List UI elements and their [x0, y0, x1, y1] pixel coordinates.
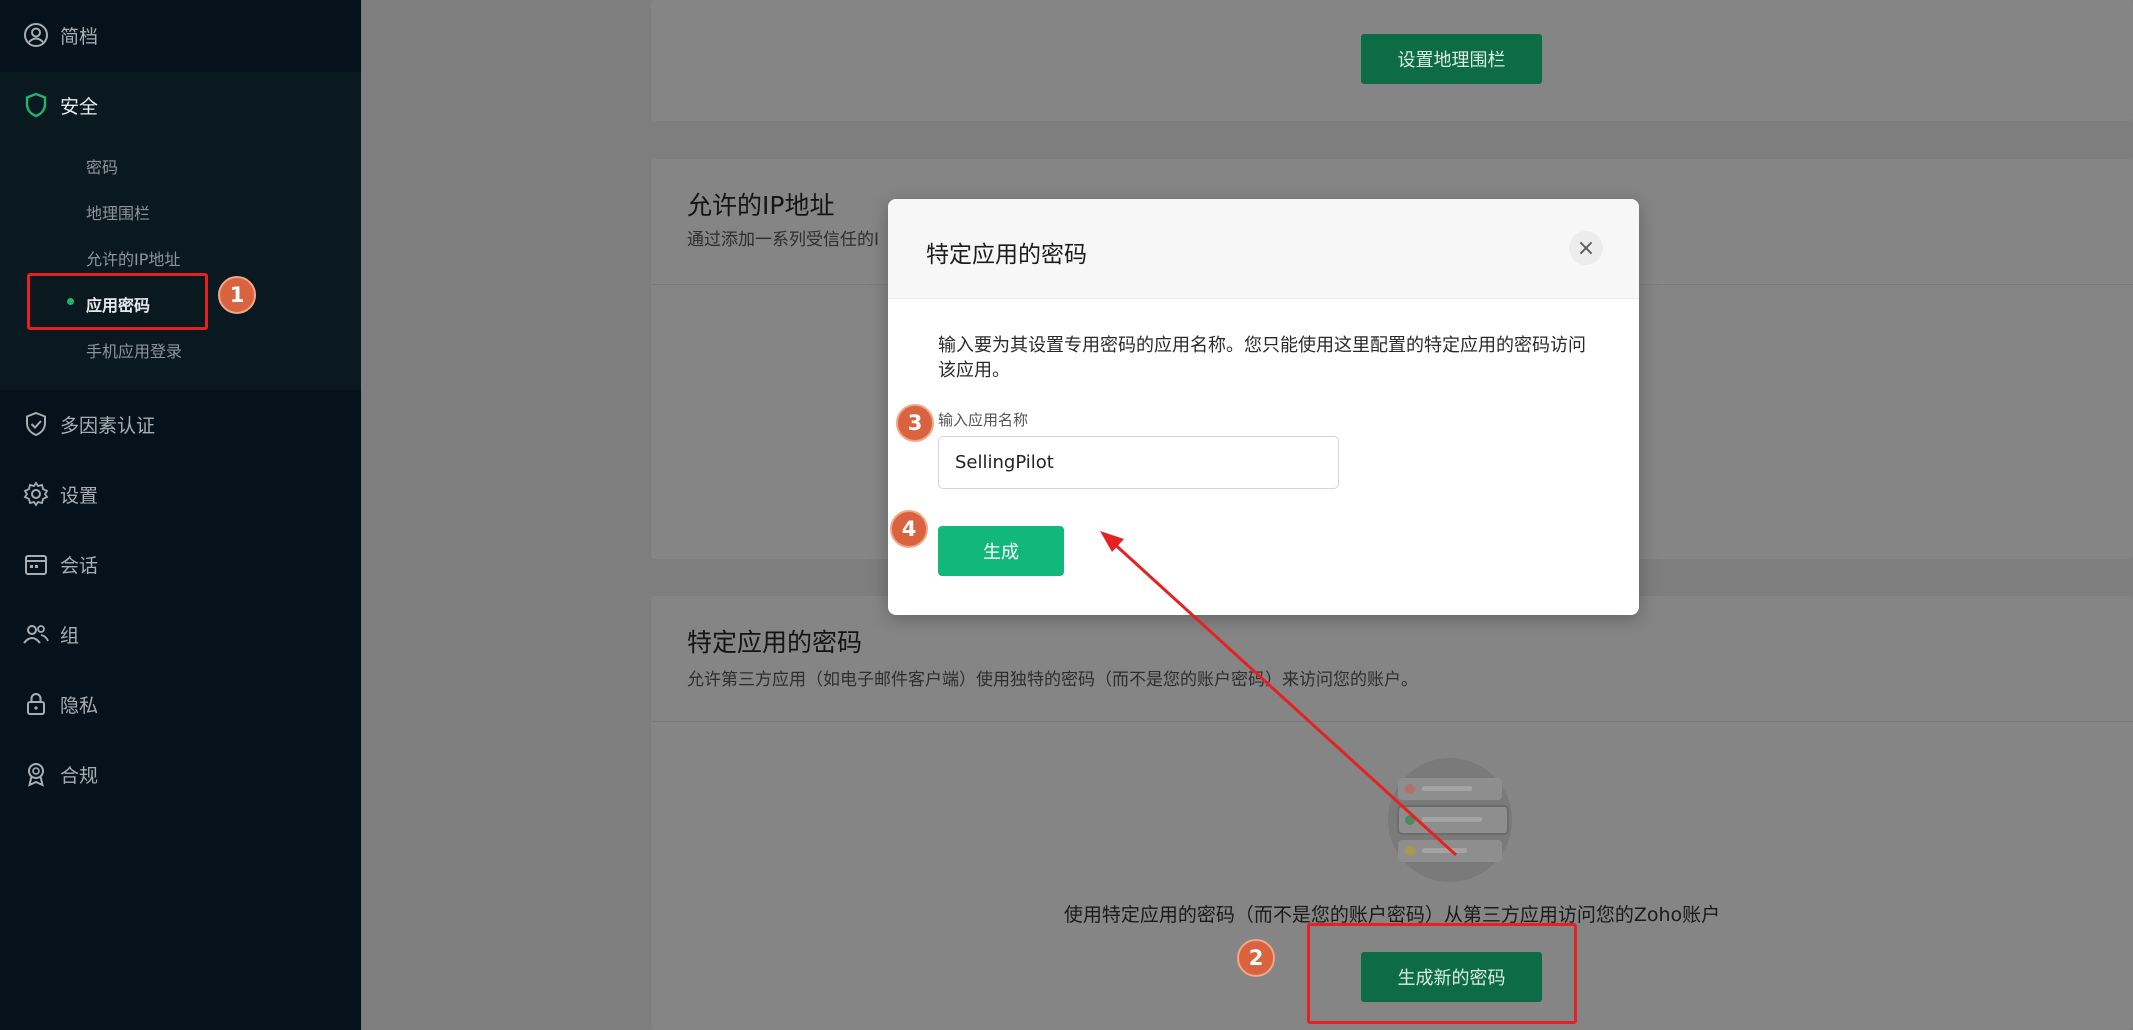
annotation-arrow — [1100, 531, 1458, 857]
